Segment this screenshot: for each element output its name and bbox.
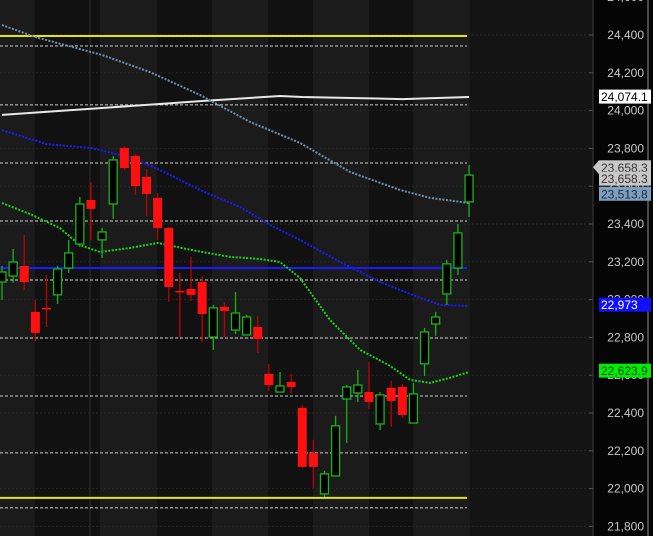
candle-body xyxy=(419,331,430,365)
y-tick-label: 24,400 xyxy=(607,28,644,42)
price-label-text: 23,513.8 xyxy=(601,187,648,201)
candle-down[interactable] xyxy=(119,145,129,170)
candle-body xyxy=(308,452,318,467)
candle-body xyxy=(52,268,63,296)
y-tick-label: 24,600 xyxy=(607,0,644,4)
candle-body xyxy=(19,265,29,283)
y-tick-label: 22,200 xyxy=(607,444,644,458)
y-tick-label: 23,800 xyxy=(607,141,644,155)
candle-body xyxy=(386,387,396,401)
candle-body xyxy=(286,382,296,387)
price-label: 22,973 xyxy=(599,297,651,312)
candle-body xyxy=(186,289,196,295)
candle-body xyxy=(86,199,96,209)
price-label: 24,074.1 xyxy=(599,89,651,104)
candle-up[interactable] xyxy=(241,314,252,336)
candle-body xyxy=(364,392,374,402)
candle-up[interactable] xyxy=(75,196,85,247)
candle-body xyxy=(175,290,185,293)
y-tick-label: 21,800 xyxy=(607,519,644,533)
candle-body xyxy=(30,311,40,333)
y-tick-label: 24,200 xyxy=(607,66,644,80)
candle-body xyxy=(375,394,385,425)
candle-body xyxy=(464,174,474,203)
background-band xyxy=(470,0,593,536)
candle-down[interactable] xyxy=(297,404,307,468)
price-label: 22,623.9 xyxy=(599,363,651,378)
candle-down[interactable] xyxy=(397,383,407,418)
candle-body xyxy=(408,393,419,424)
candle-body xyxy=(342,386,352,400)
candle-body xyxy=(142,176,152,194)
candle-body xyxy=(275,385,285,393)
candle-body xyxy=(130,155,140,187)
price-label-text: 23,658.3 xyxy=(601,172,648,186)
y-tick-label: 23,200 xyxy=(607,255,644,269)
price-label-text: 24,074.1 xyxy=(601,90,648,104)
candle-body xyxy=(453,232,463,269)
candle-body xyxy=(197,282,207,314)
candle-body xyxy=(397,386,407,415)
candle-body xyxy=(319,473,330,495)
candle-body xyxy=(241,316,252,336)
candle-body xyxy=(330,425,341,477)
candle-body xyxy=(442,263,452,295)
price-label-text: 22,973 xyxy=(601,298,638,312)
candle-body xyxy=(64,252,74,269)
candle-body xyxy=(264,373,274,386)
candle-body xyxy=(0,271,7,283)
candle-body xyxy=(164,227,174,287)
candle-body xyxy=(41,307,51,310)
candle-body xyxy=(230,312,241,331)
candle-up[interactable] xyxy=(375,392,385,431)
price-label: 23,513.8 xyxy=(599,186,651,201)
y-tick-label: 22,800 xyxy=(607,330,644,344)
y-tick-label: 22,000 xyxy=(607,482,644,496)
candle-body xyxy=(8,261,18,277)
candle-body xyxy=(353,384,363,394)
candle-body xyxy=(75,203,85,245)
chart-canvas[interactable]: 21,80022,00022,20022,40022,60022,80023,0… xyxy=(0,0,653,536)
candle-body xyxy=(253,327,263,339)
candle-body xyxy=(208,307,218,338)
y-tick-label: 24,000 xyxy=(607,104,644,118)
y-tick-label: 22,400 xyxy=(607,406,644,420)
y-tick-label: 23,400 xyxy=(607,217,644,231)
candle-up[interactable] xyxy=(319,470,330,497)
candle-body xyxy=(97,231,107,241)
price-label: 23,658.3 xyxy=(599,171,651,186)
price-label-text: 22,623.9 xyxy=(601,364,648,378)
candlestick-chart[interactable]: 21,80022,00022,20022,40022,60022,80023,0… xyxy=(0,0,653,536)
candle-body xyxy=(219,306,229,311)
candle-body xyxy=(153,197,163,228)
candle-body xyxy=(297,407,307,467)
candle-body xyxy=(431,316,441,325)
candle-body xyxy=(108,159,118,205)
candle-body xyxy=(119,148,129,169)
